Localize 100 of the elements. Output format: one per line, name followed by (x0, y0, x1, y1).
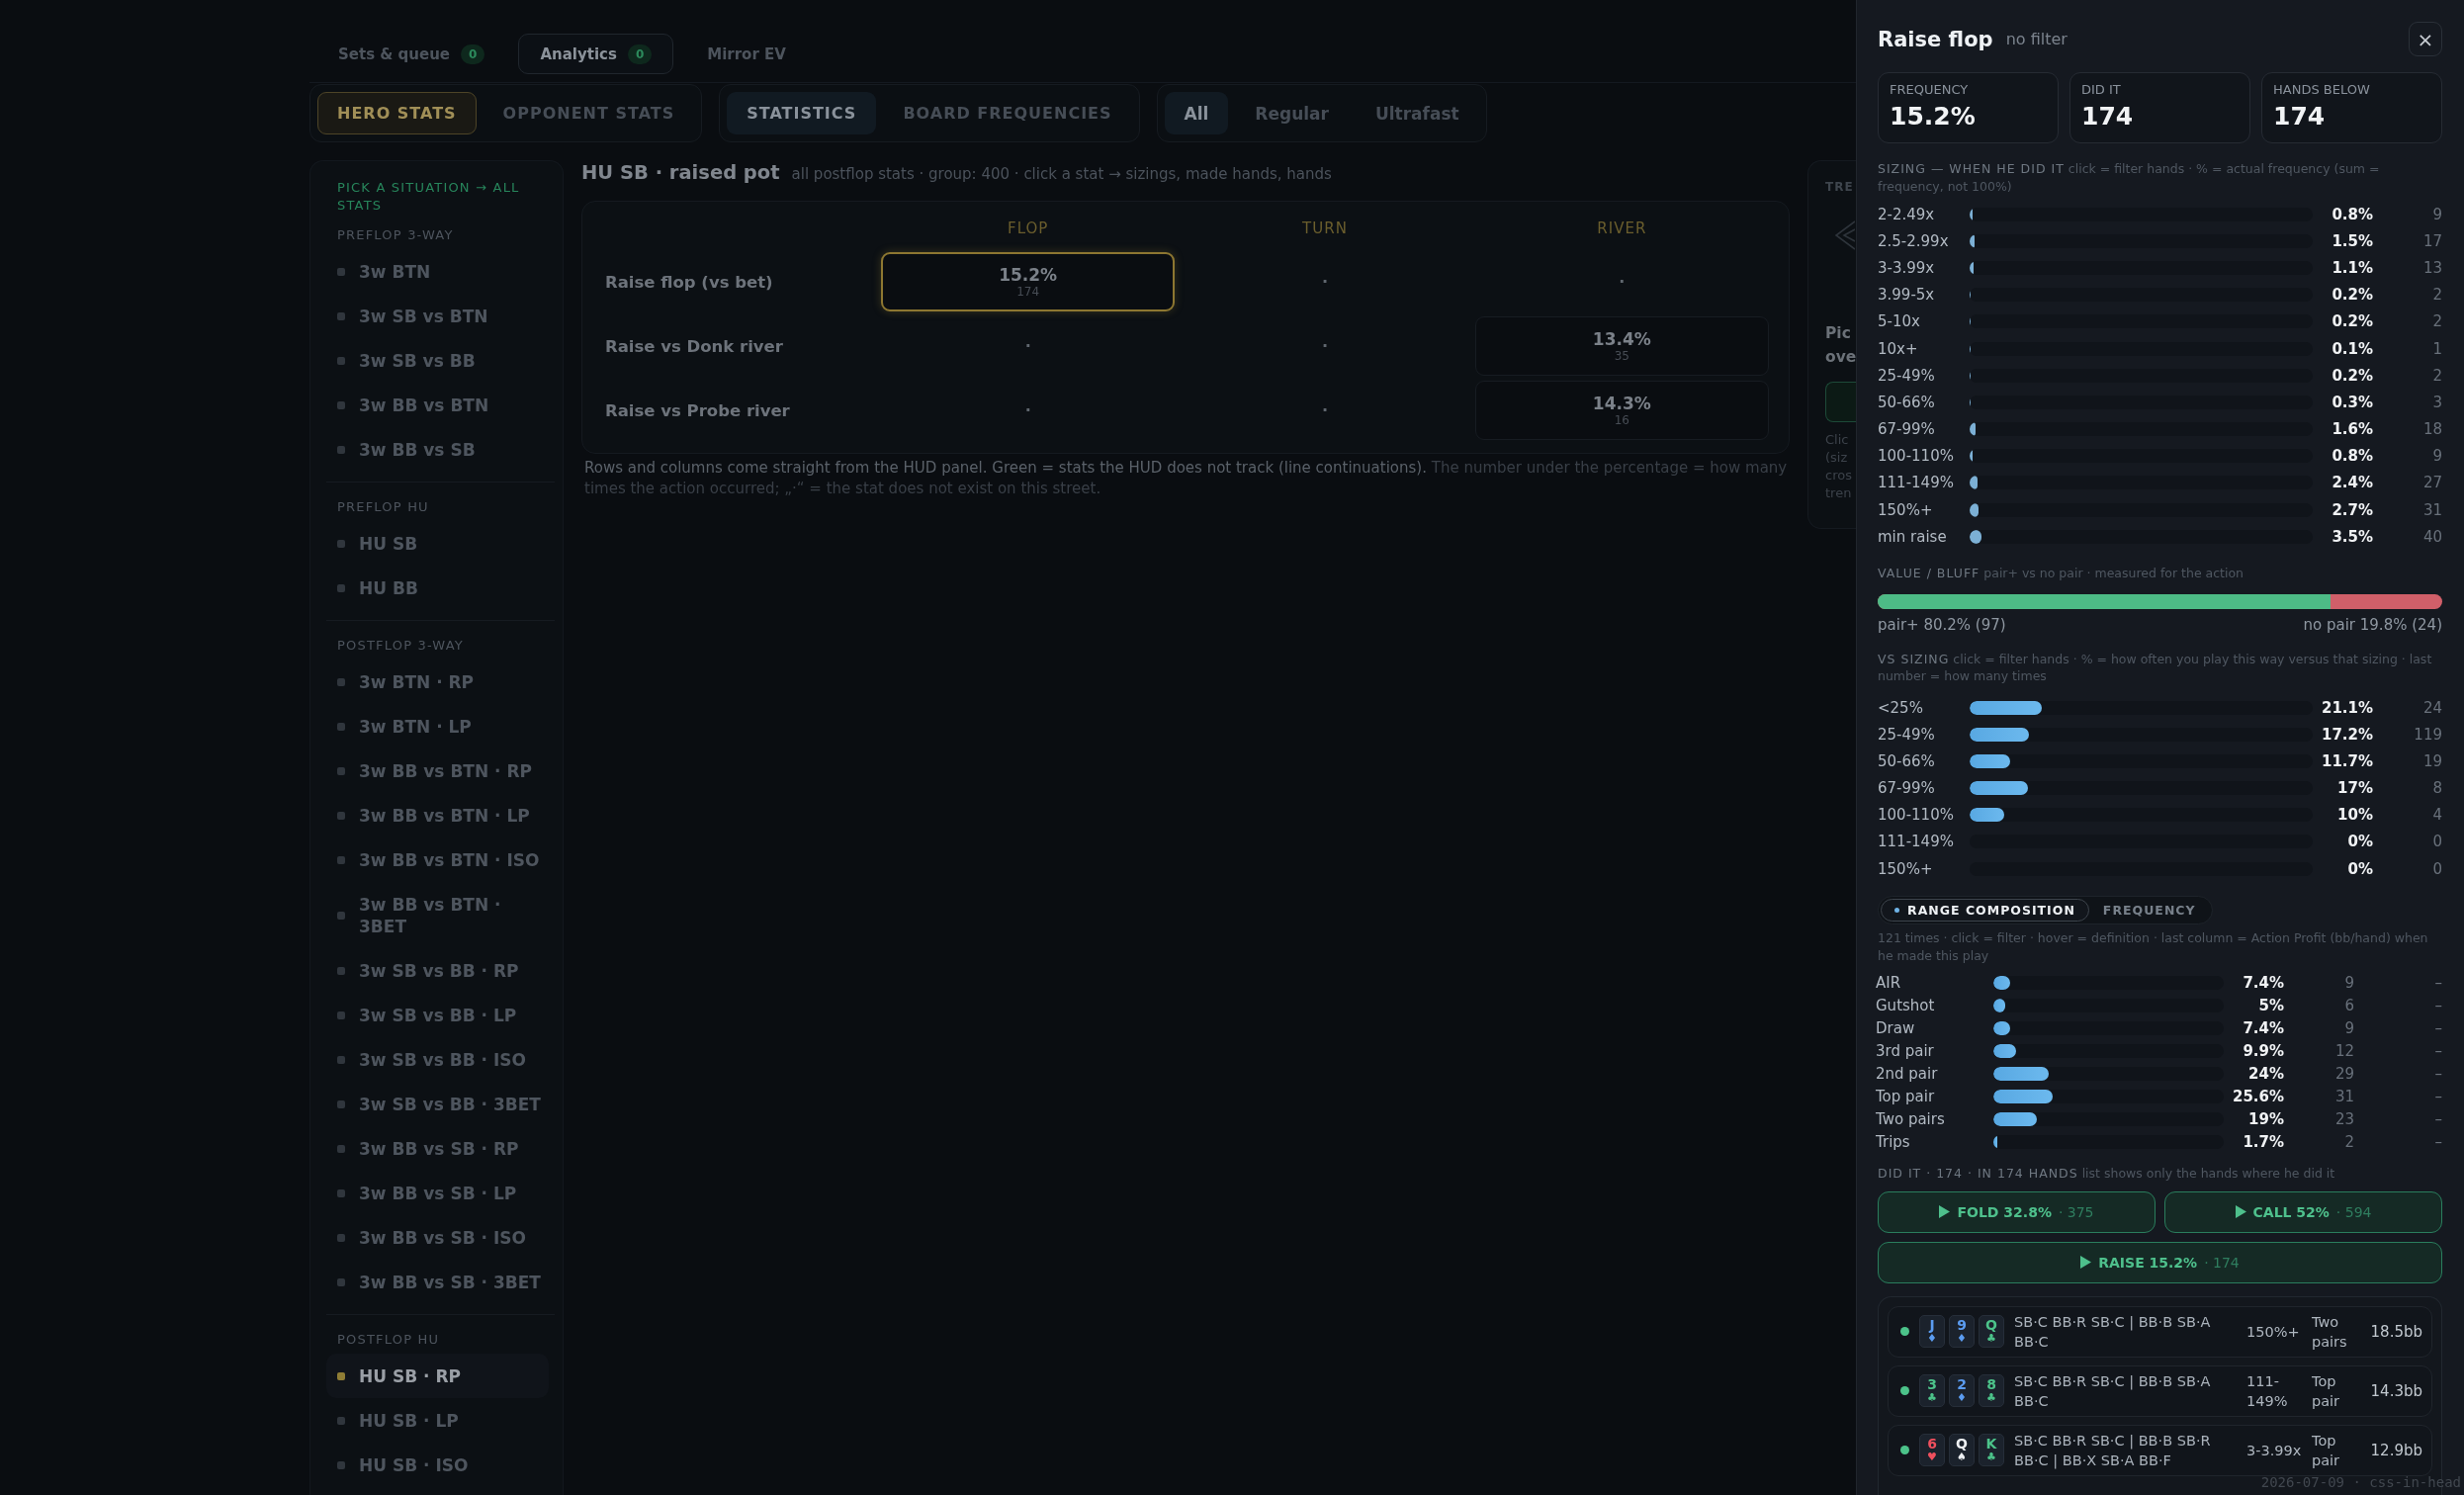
sidebar-item[interactable]: 3w SB vs BTN (326, 294, 549, 338)
row-label: 2nd pair (1876, 1064, 1939, 1083)
action-line: SB·C BB·R SB·C | BB·B SB·R BB·C | BB·X SB·A BB·F (2014, 1431, 2212, 1470)
count-value: 13 (2421, 258, 2442, 277)
count-value: 19 (2421, 751, 2442, 770)
sidebar-item[interactable]: 3w SB vs BB (326, 338, 549, 383)
sidebar-item[interactable]: HU BB (326, 566, 549, 610)
stat-value: 15.2% (1890, 102, 1977, 132)
row-label: 2.5-2.99x (1878, 231, 1950, 250)
sidebar-item[interactable]: 3w BB vs SB (326, 427, 549, 472)
card-heading: TRE (1825, 179, 1855, 195)
count-value: 2 (2343, 1132, 2354, 1151)
filter-tab[interactable]: Regular (1235, 92, 1349, 134)
percent-value: 0.8% (2331, 205, 2373, 223)
count-value: 23 (2333, 1109, 2354, 1128)
nav-tab[interactable]: Mirror EV (685, 34, 808, 74)
playing-card: K ♣ (1979, 1434, 2004, 1467)
made-hand: Top pair (2312, 1431, 2341, 1470)
row-label: 2-2.49x (1878, 205, 1936, 223)
playing-card: Q ♣ (1979, 1315, 2004, 1349)
filter-tab[interactable]: STATISTICS (727, 92, 877, 134)
toggle-tab[interactable]: FREQUENCY (2088, 899, 2210, 923)
square-bullet-icon (337, 1371, 345, 1380)
filter-label: no filter (2005, 30, 2068, 48)
sidebar-item[interactable]: 3w BB vs SB · LP (326, 1171, 549, 1215)
filter-tab[interactable]: Ultrafast (1355, 92, 1479, 134)
row-label: 3rd pair (1876, 1041, 1935, 1060)
row-label: 25-49% (1878, 725, 1936, 744)
stat-value: 174 (2273, 102, 2327, 132)
filter-tab[interactable]: All (1164, 92, 1229, 134)
column-header: FLOP (1007, 219, 1050, 239)
percent-value: 0.3% (2331, 393, 2373, 411)
stat-value: 174 (2081, 102, 2135, 132)
sidebar-item[interactable]: 3w BB vs BTN · RP (326, 748, 549, 793)
hand-row[interactable]: 3 ♣ 2 ♦ 8 ♣ SB·C BB·R SB·C | BB·B SB·A BB·C 111-149% Top pair 14.3bb (1888, 1364, 2432, 1417)
sidebar-item[interactable]: 3w SB vs BB · 3BET (326, 1082, 549, 1126)
section-caption: SIZING — WHEN HE DID IT click = filter hands · % = actual frequency (sum = frequency, not 100%) (1878, 160, 2381, 195)
stat-cell[interactable]: 15.2% 174 (881, 252, 1176, 311)
filter-tab[interactable]: OPPONENT STATS (483, 92, 695, 134)
toggle-tab[interactable]: RANGE COMPOSITION (1881, 899, 2089, 923)
sidebar-item[interactable]: 3w BB vs BTN (326, 383, 549, 427)
sidebar-item[interactable]: HU SB · ISO (326, 1443, 549, 1487)
sidebar-item[interactable]: 3w BB vs SB · 3BET (326, 1260, 549, 1304)
nav-tab[interactable]: Analytics 0 (518, 34, 674, 74)
empty-mark: · (1024, 338, 1031, 354)
sidebar-item[interactable]: 3w BTN · LP (326, 704, 549, 748)
stat-cell[interactable]: 13.4% 35 (1474, 316, 1769, 376)
sidebar-item[interactable]: 3w SB vs BB · ISO (326, 1037, 549, 1082)
nav-tab[interactable]: Sets & queue 0 (316, 34, 507, 74)
sidebar-item[interactable]: 3w BTN (326, 249, 549, 294)
stat-label: FREQUENCY (1890, 82, 1970, 98)
action-filter-button[interactable]: RAISE 15.2% · 174 (1878, 1241, 2442, 1283)
count-value: 40 (2421, 527, 2442, 546)
action-filter-button[interactable]: CALL 52% · 594 (2164, 1190, 2442, 1233)
count-value: 9 (2431, 205, 2442, 223)
square-bullet-icon (337, 400, 345, 409)
profit-value: – (2433, 1132, 2442, 1151)
row-label: 111-149% (1878, 474, 1955, 492)
percent-value: 7.4% (2242, 1018, 2284, 1037)
playing-card: 8 ♣ (1979, 1374, 2004, 1408)
action-button[interactable] (1825, 382, 1856, 422)
profit-value: – (2433, 996, 2442, 1014)
square-bullet-icon (337, 1099, 345, 1108)
made-hand: Two pairs (2312, 1312, 2348, 1352)
percent-value: 0.1% (2331, 339, 2373, 358)
sidebar-item[interactable]: 3w BB vs SB · RP (326, 1126, 549, 1171)
close-button[interactable]: × (2409, 22, 2442, 56)
count-value: 17 (2421, 231, 2442, 250)
row-label: 3-3.99x (1878, 258, 1936, 277)
stat-cell[interactable]: 14.3% 16 (1474, 381, 1769, 440)
sidebar-item[interactable]: HU SB (326, 521, 549, 566)
sidebar-item[interactable]: 3w BB vs BTN · ISO (326, 837, 549, 882)
row-label: 100-110% (1878, 447, 1955, 466)
sidebar-item[interactable]: 3w BB vs SB · ISO (326, 1215, 549, 1260)
row-label: 50-66% (1878, 751, 1936, 770)
action-line: SB·C BB·R SB·C | BB·B SB·A BB·C (2014, 1371, 2212, 1411)
empty-mark: · (1619, 274, 1626, 290)
count-value: 9 (2431, 447, 2442, 466)
percent-value: 10% (2336, 806, 2373, 825)
sidebar-item[interactable]: 3w BB vs BTN · LP (326, 793, 549, 837)
count-value: 3 (2431, 393, 2442, 411)
count-value: 2 (2431, 286, 2442, 305)
filter-tab[interactable]: BOARD FREQUENCIES (883, 92, 1132, 134)
row-label: Raise vs Probe river (605, 400, 791, 420)
section-title: PREFLOP HU (336, 499, 430, 515)
square-bullet-icon (337, 1233, 345, 1242)
sidebar-item[interactable]: 3w SB vs BB · LP (326, 993, 549, 1037)
sidebar-item[interactable]: 3w SB vs BB · RP (326, 948, 549, 993)
count-value: 2 (2431, 312, 2442, 331)
sidebar-item[interactable]: HU SB · RP (326, 1354, 549, 1398)
row-label: Trips (1876, 1132, 1911, 1151)
filter-tab[interactable]: HERO STATS (317, 92, 477, 134)
square-bullet-icon (337, 1144, 345, 1153)
sidebar-item[interactable]: 3w BTN · RP (326, 660, 549, 704)
percent-value: 24% (2247, 1064, 2284, 1083)
action-filter-button[interactable]: FOLD 32.8% · 375 (1878, 1190, 2156, 1233)
square-bullet-icon (337, 966, 345, 975)
sidebar-item[interactable]: HU SB · LP (326, 1398, 549, 1443)
section-title: POSTFLOP 3-WAY (336, 638, 465, 654)
sidebar-item[interactable]: 3w BB vs BTN · 3BET (326, 882, 549, 948)
